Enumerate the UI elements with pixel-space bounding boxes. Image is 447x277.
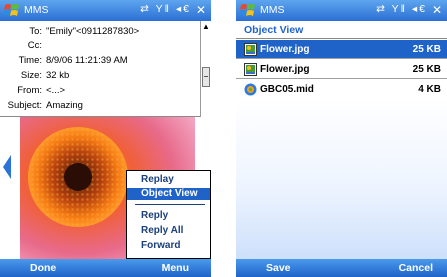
app-title: MMS: [260, 4, 285, 16]
time-label: Time:: [18, 55, 42, 66]
object-view-screen: MMS ⇄ Y‖ ◂€ ✕ Object View Flower.jpg 25 …: [236, 0, 447, 277]
to-label: To:: [29, 26, 42, 37]
media-icon: [244, 83, 257, 96]
item-size: 25 KB: [412, 44, 441, 55]
menu-softkey[interactable]: Menu: [162, 262, 189, 274]
cancel-softkey[interactable]: Cancel: [399, 262, 433, 274]
cc-field-row: Cc:: [0, 40, 200, 52]
subject-field-row: Subject: Amazing: [0, 100, 200, 112]
message-header: To: "Emily"<0911287830> Cc: Time: 8/9/06…: [0, 21, 200, 116]
item-name: Flower.jpg: [260, 64, 310, 75]
item-name: Flower.jpg: [260, 44, 310, 55]
windows-start-icon[interactable]: [4, 3, 20, 18]
image-icon: [244, 43, 257, 56]
time-value: 8/9/06 11:21:39 AM: [46, 55, 128, 66]
size-label: Size:: [20, 70, 42, 81]
softkey-bar: Save Cancel: [236, 259, 447, 277]
save-softkey[interactable]: Save: [266, 262, 291, 274]
softkey-bar: Done Menu: [0, 259, 211, 277]
menu-item-reply-all[interactable]: Reply All: [127, 225, 210, 237]
subject-label: Subject:: [7, 100, 42, 111]
app-title: MMS: [24, 4, 49, 16]
status-icons[interactable]: ⇄ Y‖ ◂€: [140, 3, 191, 15]
list-empty-area: [236, 97, 447, 259]
close-icon[interactable]: ✕: [430, 3, 444, 17]
object-view-heading: Object View: [236, 21, 447, 39]
title-bar: MMS ⇄ Y‖ ◂€ ✕: [236, 0, 447, 21]
done-softkey[interactable]: Done: [30, 262, 56, 274]
menu-item-replay[interactable]: Replay: [127, 174, 210, 186]
from-value[interactable]: <...>: [46, 85, 65, 97]
title-bar: MMS ⇄ Y‖ ◂€ ✕: [0, 0, 211, 21]
menu-item-object-view[interactable]: Object View: [127, 188, 210, 200]
to-field-row: To: "Emily"<0911287830>: [0, 26, 200, 38]
previous-arrow-icon[interactable]: [3, 155, 11, 179]
from-label: From:: [17, 85, 42, 96]
menu-item-reply[interactable]: Reply: [127, 210, 210, 222]
subject-value[interactable]: Amazing: [46, 100, 83, 112]
list-item[interactable]: Flower.jpg 25 KB: [236, 60, 447, 79]
header-scrollbar[interactable]: ▲: [200, 21, 211, 117]
close-icon[interactable]: ✕: [194, 3, 208, 17]
time-field-row: Time: 8/9/06 11:21:39 AM: [0, 55, 200, 67]
item-size: 25 KB: [412, 64, 441, 75]
cc-label: Cc:: [27, 40, 42, 51]
status-icons[interactable]: ⇄ Y‖ ◂€: [376, 3, 427, 15]
list-item[interactable]: Flower.jpg 25 KB: [236, 40, 447, 59]
scroll-up-icon[interactable]: ▲: [202, 22, 210, 32]
from-field-row: From: <...>: [0, 85, 200, 97]
to-value[interactable]: "Emily"<0911287830>: [46, 26, 139, 38]
menu-separator: [135, 204, 205, 205]
context-menu: Replay Object View Reply Reply All Forwa…: [126, 170, 211, 259]
scroll-thumb[interactable]: [202, 67, 210, 87]
size-field-row: Size: 32 kb: [0, 70, 200, 82]
windows-start-icon[interactable]: [240, 3, 256, 18]
mms-message-screen: MMS ⇄ Y‖ ◂€ ✕ To: "Emily"<0911287830> Cc…: [0, 0, 211, 277]
menu-item-forward[interactable]: Forward: [127, 240, 210, 252]
image-icon: [244, 63, 257, 76]
size-value: 32 kb: [46, 70, 70, 81]
